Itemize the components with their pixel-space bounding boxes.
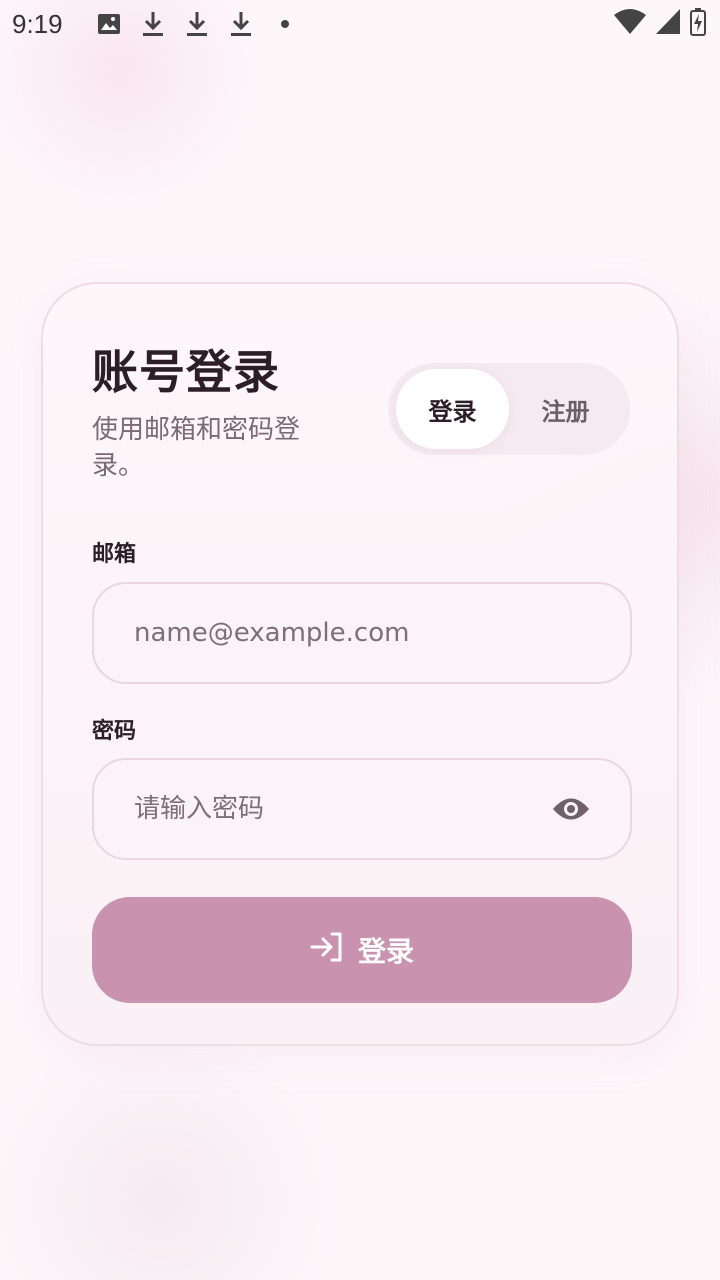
password-label: 密码 (92, 719, 137, 744)
status-bar-right (614, 8, 706, 40)
login-submit-label: 登录 (357, 935, 414, 968)
login-card: 账号登录 使用邮箱和密码登录。 登录 注册 邮箱 密码 (41, 282, 679, 1046)
wifi-icon (614, 9, 646, 39)
password-field[interactable] (134, 794, 542, 824)
page-subtitle: 使用邮箱和密码登录。 (92, 415, 301, 481)
download-icon (131, 0, 175, 48)
eye-icon[interactable] (552, 789, 590, 829)
download-icon (219, 0, 263, 48)
auth-mode-toggle: 登录 注册 (388, 363, 630, 455)
dot-icon (263, 0, 307, 48)
email-field[interactable] (134, 618, 590, 648)
login-screen: 9:19 账号登录 使用邮箱和密码登录。 登录 注册 邮箱 name@examp… (0, 0, 720, 1280)
password-field-container (92, 758, 632, 860)
download-icon (175, 0, 219, 48)
login-arrow-icon (310, 932, 344, 969)
email-field-container (92, 582, 632, 684)
tab-login[interactable]: 登录 (396, 369, 509, 449)
email-label: 邮箱 (92, 542, 137, 567)
page-title: 账号登录 (92, 345, 280, 399)
signal-icon (656, 9, 680, 39)
battery-charging-icon (690, 8, 706, 40)
image-icon (87, 0, 131, 48)
status-bar: 9:19 (0, 0, 720, 48)
clock: 9:19 (12, 8, 63, 39)
tab-register[interactable]: 注册 (509, 369, 622, 449)
status-bar-left: 9:19 (12, 0, 307, 48)
login-submit-button[interactable]: 登录 (92, 897, 632, 1003)
